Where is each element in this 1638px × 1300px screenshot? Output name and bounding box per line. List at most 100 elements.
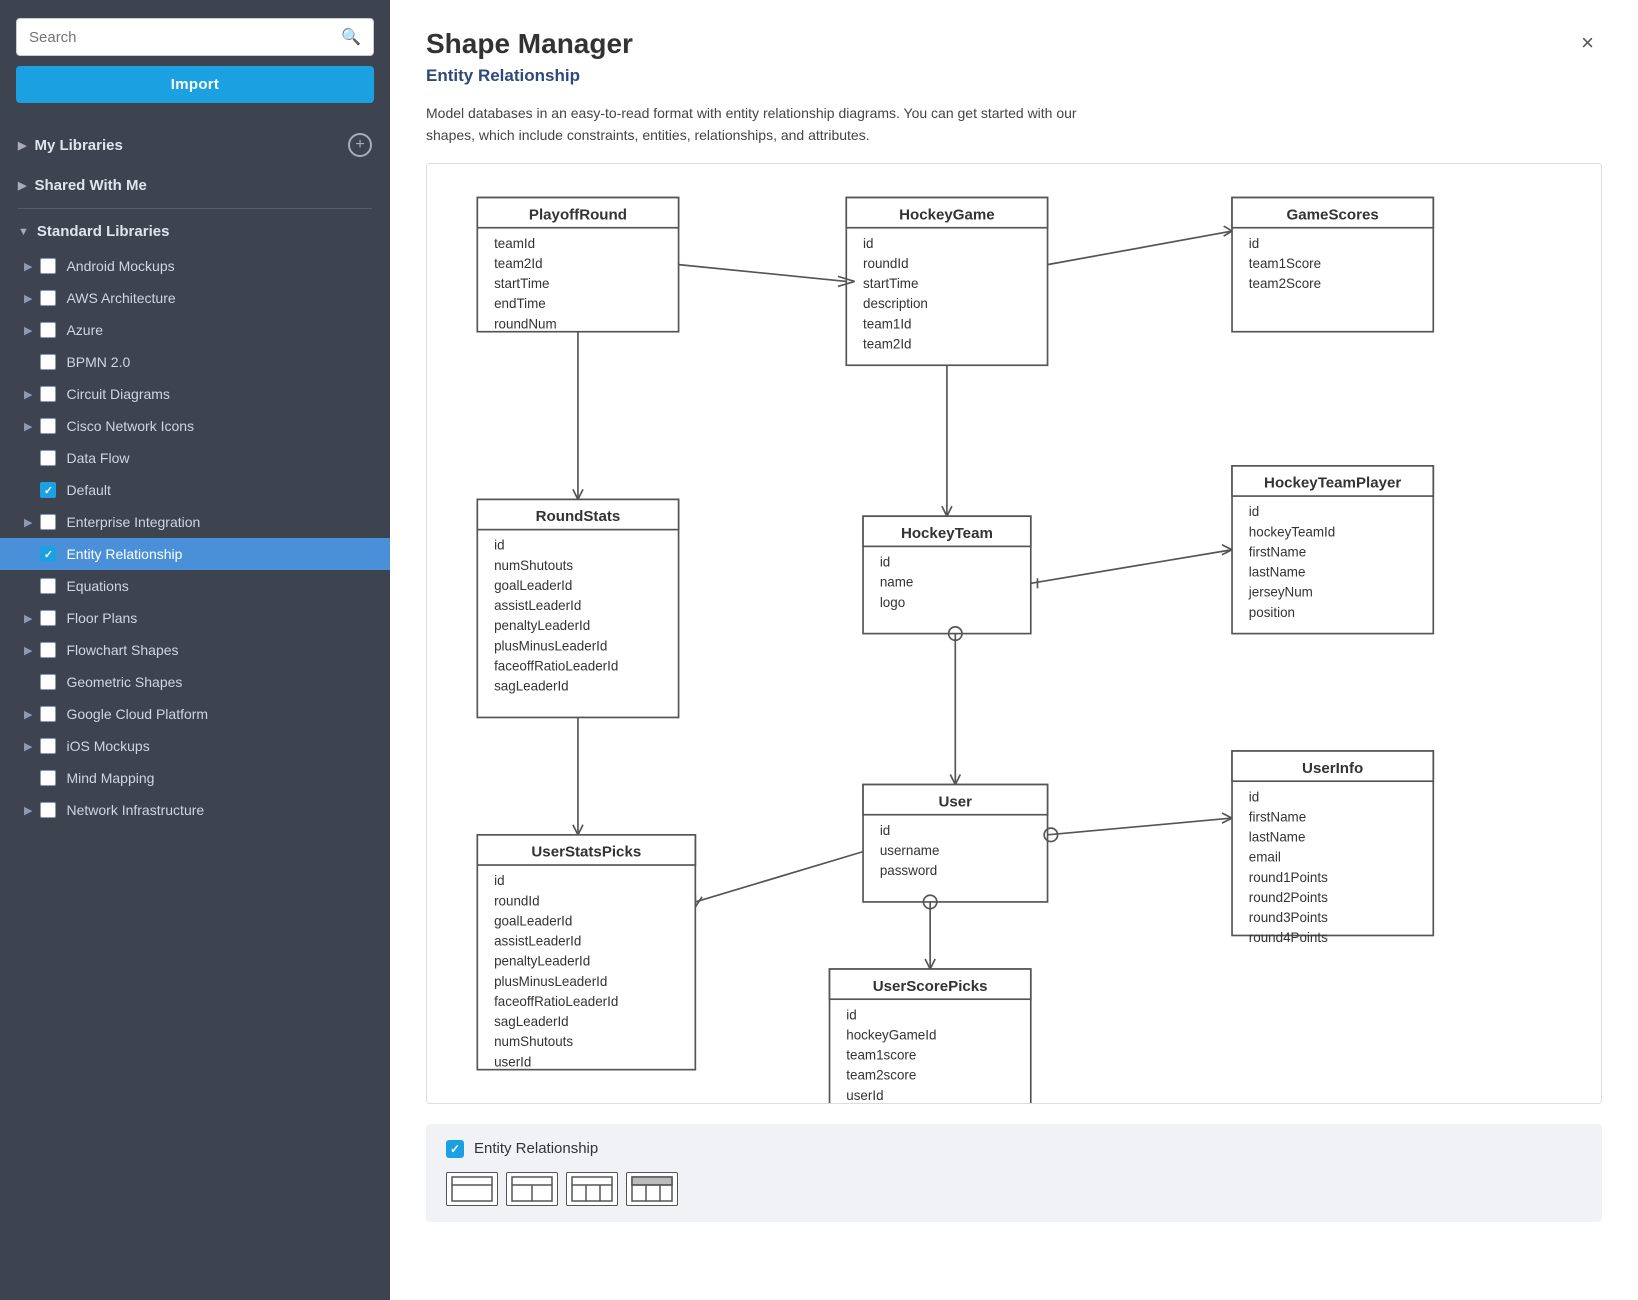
cisco-network-icons-checkbox[interactable] — [40, 418, 56, 434]
svg-text:hockeyTeamId: hockeyTeamId — [1249, 524, 1335, 539]
mind-mapping-checkbox[interactable] — [40, 770, 56, 786]
import-button[interactable]: Import — [16, 66, 374, 103]
sidebar-item-bpmn-2[interactable]: ▶ BPMN 2.0 — [0, 346, 390, 378]
geometric-shapes-checkbox[interactable] — [40, 674, 56, 690]
sidebar-item-my-libraries[interactable]: ▶ My Libraries + — [0, 123, 390, 167]
svg-text:endTime: endTime — [494, 296, 546, 311]
sidebar-item-circuit-diagrams[interactable]: ▶ Circuit Diagrams — [0, 378, 390, 410]
sidebar-item-floor-plans[interactable]: ▶ Floor Plans — [0, 602, 390, 634]
svg-text:penaltyLeaderId: penaltyLeaderId — [494, 618, 590, 633]
svg-text:password: password — [880, 863, 937, 878]
svg-text:PlayoffRound: PlayoffRound — [529, 206, 627, 223]
svg-text:team1Id: team1Id — [863, 316, 911, 331]
entity-relationship-checkbox[interactable] — [40, 546, 56, 562]
floor-plans-checkbox[interactable] — [40, 610, 56, 626]
sidebar-item-default[interactable]: ▶ Default — [0, 474, 390, 506]
android-mockups-label: Android Mockups — [66, 258, 372, 274]
arrow-icon: ▶ — [24, 708, 32, 721]
sidebar-item-equations[interactable]: ▶ Equations — [0, 570, 390, 602]
svg-text:UserScorePicks: UserScorePicks — [873, 978, 988, 995]
svg-text:HockeyTeam: HockeyTeam — [901, 525, 993, 542]
sidebar-item-google-cloud-platform[interactable]: ▶ Google Cloud Platform — [0, 698, 390, 730]
aws-architecture-checkbox[interactable] — [40, 290, 56, 306]
svg-text:RoundStats: RoundStats — [536, 508, 621, 525]
sidebar-item-geometric-shapes[interactable]: ▶ Geometric Shapes — [0, 666, 390, 698]
data-flow-checkbox[interactable] — [40, 450, 56, 466]
footer-entity-relationship-label: Entity Relationship — [474, 1140, 598, 1157]
floor-plans-label: Floor Plans — [66, 610, 372, 626]
svg-text:round1Points: round1Points — [1249, 870, 1328, 885]
sidebar-item-entity-relationship[interactable]: ▶ Entity Relationship — [0, 538, 390, 570]
default-checkbox[interactable] — [40, 482, 56, 498]
shared-with-me-label: Shared With Me — [34, 177, 146, 194]
svg-text:startTime: startTime — [863, 276, 918, 291]
svg-text:lastName: lastName — [1249, 829, 1306, 844]
aws-architecture-label: AWS Architecture — [66, 290, 372, 306]
svg-text:penaltyLeaderId: penaltyLeaderId — [494, 953, 590, 968]
arrow-icon: ▶ — [24, 644, 32, 657]
sidebar-item-cisco-network-icons[interactable]: ▶ Cisco Network Icons — [0, 410, 390, 442]
sidebar-item-flowchart-shapes[interactable]: ▶ Flowchart Shapes — [0, 634, 390, 666]
footer-section: Entity Relationship — [426, 1124, 1602, 1222]
svg-text:username: username — [880, 843, 940, 858]
arrow-icon: ▶ — [24, 324, 32, 337]
flowchart-shapes-checkbox[interactable] — [40, 642, 56, 658]
page-title: Shape Manager — [426, 28, 633, 60]
divider — [18, 208, 372, 209]
close-button[interactable]: × — [1573, 28, 1602, 58]
circuit-diagrams-label: Circuit Diagrams — [66, 386, 372, 402]
svg-text:hockeyGameId: hockeyGameId — [846, 1027, 936, 1042]
svg-text:UserInfo: UserInfo — [1302, 760, 1363, 777]
ios-mockups-checkbox[interactable] — [40, 738, 56, 754]
shape-icon-1[interactable] — [446, 1172, 498, 1206]
sidebar-item-enterprise-integration[interactable]: ▶ Enterprise Integration — [0, 506, 390, 538]
android-mockups-checkbox[interactable] — [40, 258, 56, 274]
svg-text:team1score: team1score — [846, 1047, 916, 1062]
arrow-icon: ▼ — [18, 226, 29, 238]
footer-entity-relationship-checkbox[interactable] — [446, 1140, 464, 1158]
sidebar-item-shared-with-me[interactable]: ▶ Shared With Me — [0, 167, 390, 204]
er-diagram-svg: PlayoffRound teamId team2Id startTime en… — [427, 164, 1601, 1103]
sidebar-item-aws-architecture[interactable]: ▶ AWS Architecture — [0, 282, 390, 314]
arrow-icon: ▶ — [24, 740, 32, 753]
enterprise-integration-checkbox[interactable] — [40, 514, 56, 530]
bpmn-2-checkbox[interactable] — [40, 354, 56, 370]
svg-text:logo: logo — [880, 595, 905, 610]
arrow-icon: ▶ — [18, 179, 26, 192]
standard-libraries-label: Standard Libraries — [37, 223, 170, 240]
data-flow-label: Data Flow — [66, 450, 372, 466]
svg-text:plusMinusLeaderId: plusMinusLeaderId — [494, 638, 607, 653]
svg-text:name: name — [880, 574, 914, 589]
network-infrastructure-label: Network Infrastructure — [66, 802, 372, 818]
svg-text:id: id — [494, 538, 504, 553]
svg-text:id: id — [880, 823, 890, 838]
search-input[interactable] — [29, 29, 341, 46]
google-cloud-platform-checkbox[interactable] — [40, 706, 56, 722]
azure-checkbox[interactable] — [40, 322, 56, 338]
equations-checkbox[interactable] — [40, 578, 56, 594]
svg-text:jerseyNum: jerseyNum — [1248, 584, 1313, 599]
network-infrastructure-checkbox[interactable] — [40, 802, 56, 818]
svg-text:numShutouts: numShutouts — [494, 558, 573, 573]
svg-text:User: User — [939, 793, 973, 810]
sidebar-item-network-infrastructure[interactable]: ▶ Network Infrastructure — [0, 794, 390, 826]
sidebar-item-mind-mapping[interactable]: ▶ Mind Mapping — [0, 762, 390, 794]
shape-icon-2[interactable] — [506, 1172, 558, 1206]
add-library-button[interactable]: + — [348, 133, 372, 157]
ios-mockups-label: iOS Mockups — [66, 738, 372, 754]
svg-text:sagLeaderId: sagLeaderId — [494, 1014, 569, 1029]
shape-icon-4[interactable] — [626, 1172, 678, 1206]
svg-text:plusMinusLeaderId: plusMinusLeaderId — [494, 974, 607, 989]
main-header: Shape Manager × — [390, 0, 1638, 60]
search-box[interactable]: 🔍 — [16, 18, 374, 56]
sidebar-item-standard-libraries[interactable]: ▼ Standard Libraries — [0, 213, 390, 250]
shape-icon-3[interactable] — [566, 1172, 618, 1206]
sidebar-item-data-flow[interactable]: ▶ Data Flow — [0, 442, 390, 474]
sidebar-item-azure[interactable]: ▶ Azure — [0, 314, 390, 346]
sidebar-item-ios-mockups[interactable]: ▶ iOS Mockups — [0, 730, 390, 762]
mind-mapping-label: Mind Mapping — [66, 770, 372, 786]
circuit-diagrams-checkbox[interactable] — [40, 386, 56, 402]
arrow-icon: ▶ — [24, 612, 32, 625]
description-text: Model databases in an easy-to-read forma… — [390, 86, 1140, 163]
sidebar-item-android-mockups[interactable]: ▶ Android Mockups — [0, 250, 390, 282]
